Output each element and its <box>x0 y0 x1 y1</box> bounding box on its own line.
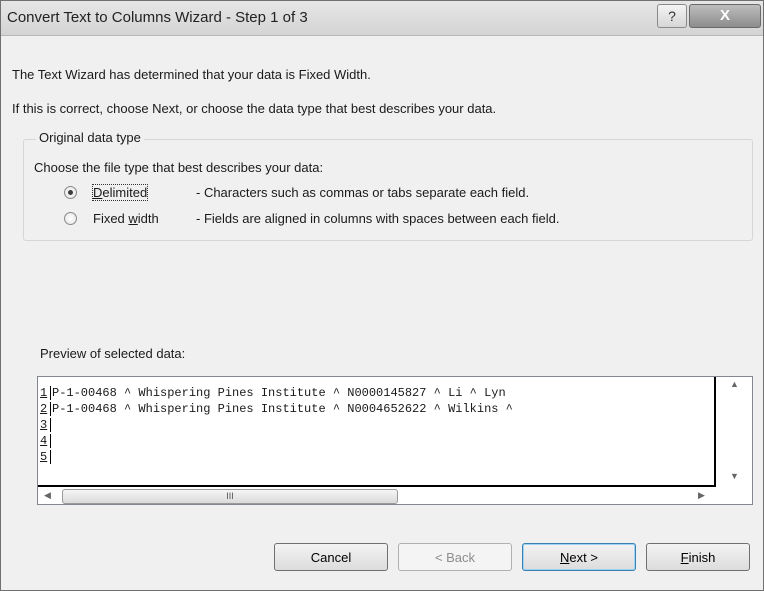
row-number: 5 <box>40 450 48 464</box>
scroll-down-icon[interactable]: ▼ <box>730 471 739 481</box>
preview-label: Preview of selected data: <box>40 346 186 361</box>
next-button[interactable]: Next > <box>522 543 636 571</box>
vertical-scrollbar[interactable]: ▲ ▼ <box>716 377 750 485</box>
help-button[interactable]: ? <box>657 4 687 28</box>
data-preview-box[interactable]: 1 P-1-00468 ^ Whispering Pines Institute … <box>37 376 753 505</box>
accel-n: N <box>560 550 570 565</box>
horizontal-scrollbar[interactable]: ◀ III ▶ <box>38 487 714 504</box>
scroll-right-icon[interactable]: ▶ <box>698 490 705 501</box>
preview-row: 2 P-1-00468 ^ Whispering Pines Institute … <box>40 401 513 417</box>
row-text <box>50 450 52 464</box>
fixed-width-description: - Fields are aligned in columns with spa… <box>196 210 560 226</box>
group-label: Original data type <box>36 130 144 145</box>
radio-fixed-width[interactable] <box>64 211 77 225</box>
row-number: 3 <box>40 418 48 432</box>
intro-determined-text: The Text Wizard has determined that your… <box>12 67 371 82</box>
radio-fixed-width-label[interactable]: Fixed width <box>93 211 159 226</box>
cancel-button[interactable]: Cancel <box>274 543 388 571</box>
row-text: P-1-00468 ^ Whispering Pines Institute ^… <box>50 386 506 400</box>
intro-instruction-text: If this is correct, choose Next, or choo… <box>12 101 497 116</box>
accel-w: w <box>128 210 138 226</box>
preview-row: 5 <box>40 449 52 465</box>
delimited-rest: elimited <box>102 184 148 200</box>
row-text: P-1-00468 ^ Whispering Pines Institute ^… <box>50 402 513 416</box>
row-text <box>50 434 52 448</box>
finish-button[interactable]: Finish <box>646 543 750 571</box>
close-button[interactable]: X <box>689 4 761 28</box>
scroll-up-icon[interactable]: ▲ <box>730 379 739 389</box>
scroll-thumb[interactable]: III <box>62 489 398 504</box>
title-bar[interactable]: Convert Text to Columns Wizard - Step 1 … <box>1 1 763 36</box>
preview-content: 1 P-1-00468 ^ Whispering Pines Institute … <box>38 377 716 487</box>
scroll-left-icon[interactable]: ◀ <box>44 490 51 501</box>
accel-d: D <box>93 184 103 200</box>
finish-rest: inish <box>688 550 716 565</box>
row-number: 4 <box>40 434 48 448</box>
radio-fixed-width-row[interactable]: Fixed width - Fields are aligned in colu… <box>64 208 559 228</box>
row-number: 2 <box>40 402 48 416</box>
radio-delimited-row[interactable]: Delimited - Characters such as commas or… <box>64 182 529 202</box>
row-number: 1 <box>40 386 48 400</box>
accel-f: F <box>680 550 689 565</box>
delimited-description: - Characters such as commas or tabs sepa… <box>196 184 530 200</box>
file-type-prompt: Choose the file type that best describes… <box>34 160 324 175</box>
back-button[interactable]: < Back <box>398 543 512 571</box>
radio-delimited-label[interactable]: Delimited <box>91 183 149 201</box>
window-title: Convert Text to Columns Wizard - Step 1 … <box>7 9 308 26</box>
row-text <box>50 418 52 432</box>
radio-delimited[interactable] <box>64 185 77 199</box>
next-rest: ext > <box>569 550 598 565</box>
preview-row: 3 <box>40 417 52 433</box>
preview-row: 1 P-1-00468 ^ Whispering Pines Institute … <box>40 385 506 401</box>
preview-row: 4 <box>40 433 52 449</box>
